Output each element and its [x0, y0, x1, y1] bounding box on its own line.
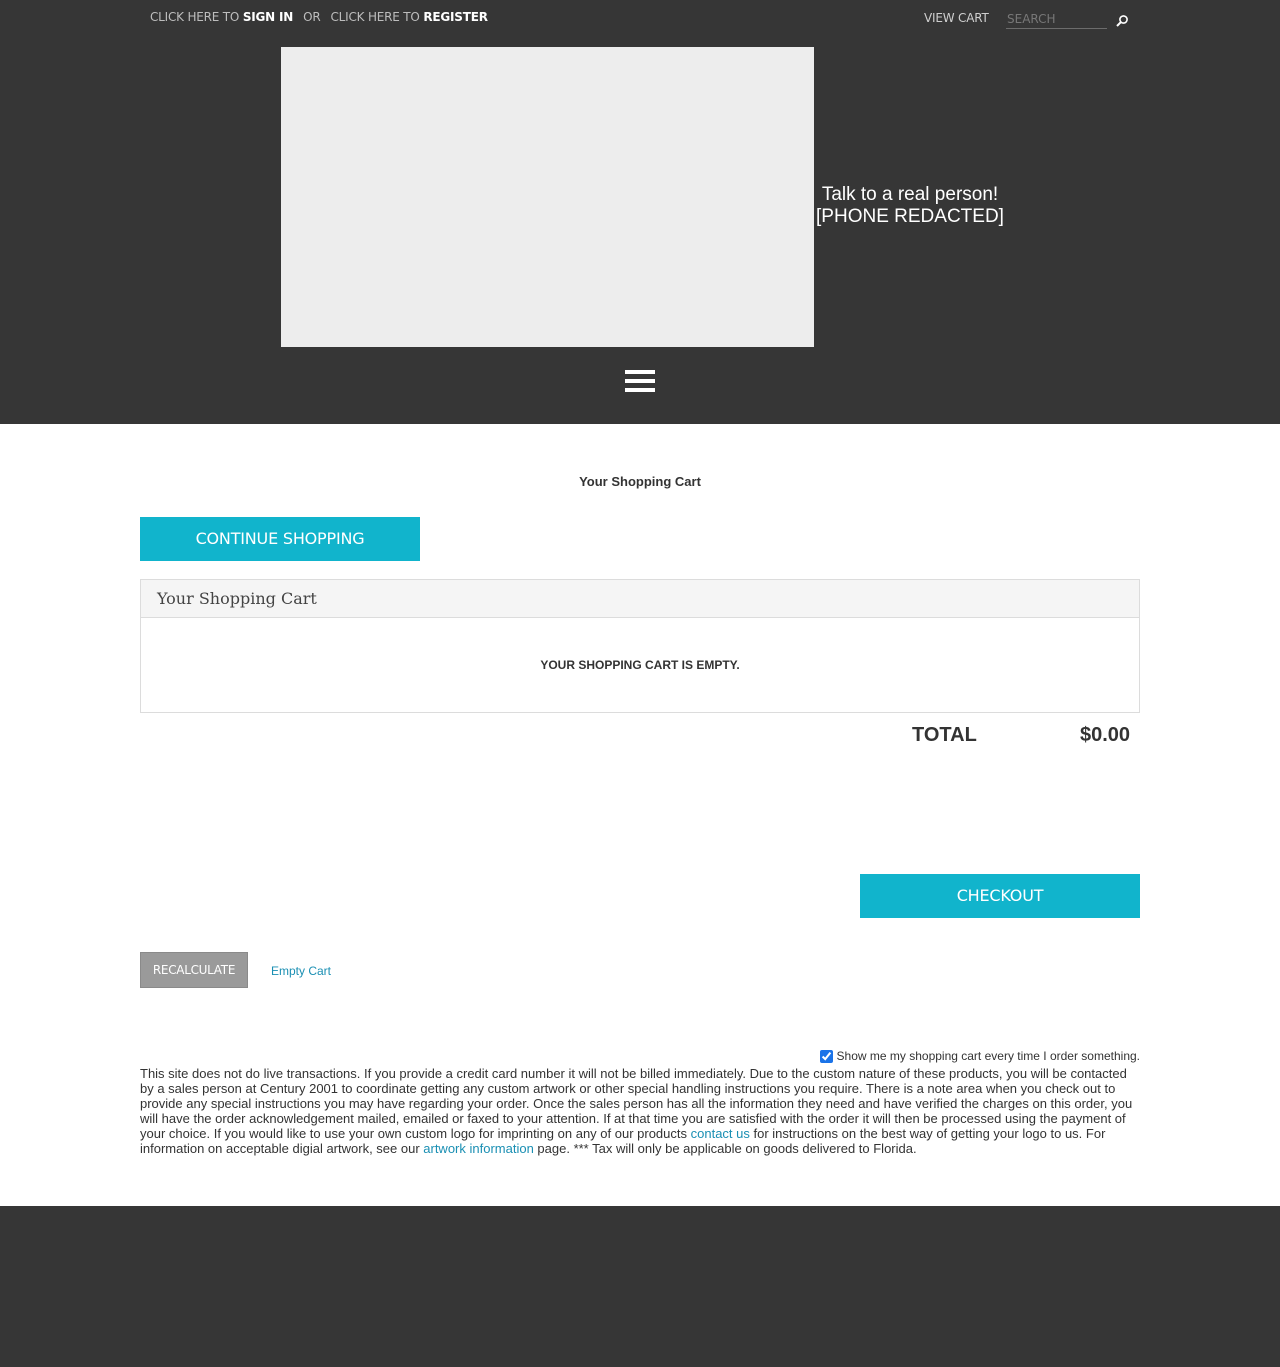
- register-link[interactable]: CLICK HERE TO REGISTER: [331, 10, 488, 24]
- notice-text-3: page. *** Tax will only be applicable on…: [533, 1141, 917, 1156]
- register-label: REGISTER: [423, 10, 488, 24]
- page-title: Your Shopping Cart: [579, 474, 701, 489]
- total-value: $0.00: [1080, 724, 1131, 746]
- or-separator: OR: [303, 10, 321, 24]
- show-cart-option: Show me my shopping cart every time I or…: [819, 1049, 1140, 1063]
- empty-cart-link[interactable]: Empty Cart: [271, 964, 331, 978]
- total-label: TOTAL: [912, 724, 977, 746]
- sign-in-label: SIGN IN: [242, 10, 294, 24]
- artwork-information-link[interactable]: artwork information: [423, 1141, 534, 1156]
- show-cart-label[interactable]: Show me my shopping cart every time I or…: [837, 1049, 1140, 1063]
- continue-shopping-button[interactable]: CONTINUE SHOPPING: [140, 517, 420, 561]
- contact-us-link[interactable]: contact us: [691, 1126, 750, 1141]
- transaction-notice: This site does not do live transactions.…: [140, 1066, 1140, 1156]
- phone-tagline: Talk to a real person!: [821, 184, 999, 205]
- account-links: CLICK HERE TO SIGN IN OR CLICK HERE TO REG…: [150, 10, 488, 24]
- sign-in-prefix: CLICK HERE TO: [150, 10, 240, 24]
- site-footer: [0, 1206, 1280, 1367]
- cart-panel-title: Your Shopping Cart: [141, 580, 1139, 618]
- phone-number: [PHONE REDACTED]: [816, 206, 1004, 227]
- search-icon[interactable]: [1114, 13, 1130, 29]
- site-header: CLICK HERE TO SIGN IN OR CLICK HERE TO REG…: [0, 0, 1280, 424]
- phone-contact: Talk to a real person! [PHONE REDACTED]: [814, 184, 1006, 228]
- checkout-button[interactable]: CHECKOUT: [860, 874, 1140, 918]
- cart-empty-message: YOUR SHOPPING CART IS EMPTY.: [540, 658, 740, 672]
- view-cart-link[interactable]: VIEW CART: [924, 11, 989, 25]
- banner-image: [281, 47, 814, 347]
- show-cart-checkbox[interactable]: [819, 1049, 833, 1063]
- sign-in-link[interactable]: CLICK HERE TO SIGN IN: [150, 10, 293, 24]
- recalculate-button[interactable]: RECALCULATE: [140, 952, 248, 988]
- search-input[interactable]: [1006, 9, 1107, 29]
- hamburger-menu-icon[interactable]: [625, 370, 656, 395]
- register-prefix: CLICK HERE TO: [330, 10, 420, 24]
- cart-panel: Your Shopping Cart YOUR SHOPPING CART IS…: [140, 579, 1140, 713]
